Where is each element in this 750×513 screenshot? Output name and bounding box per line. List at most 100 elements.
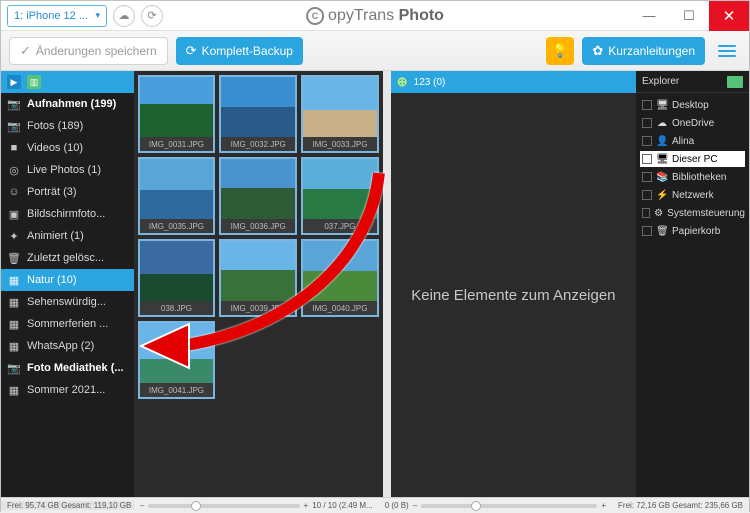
expand-icon[interactable] — [642, 226, 652, 236]
tree-item[interactable]: ⚡Netzwerk — [640, 187, 745, 203]
bulb-icon: 💡 — [552, 43, 568, 59]
thumbnail-caption: 037.JPG — [303, 219, 377, 233]
thumbnail[interactable]: 037.JPG — [301, 157, 379, 235]
thumbnail-caption: 038.JPG — [140, 301, 214, 315]
maximize-button[interactable]: ☐ — [669, 1, 709, 31]
thumbnail[interactable]: IMG_0036.JPG — [219, 157, 297, 235]
status-explorer-storage: Frei: 72,16 GB Gesamt: 235,66 GB — [612, 501, 749, 510]
tree-item-label: Systemsteuerung — [667, 208, 745, 219]
sidebar-header: ▶ ▥ — [1, 71, 134, 93]
tree-item[interactable]: 🗑Papierkorb — [640, 223, 745, 239]
sidebar-item-label: Bildschirmfoto... — [27, 208, 105, 220]
sidebar-item[interactable]: ▦WhatsApp (2) — [1, 335, 134, 357]
play-icon[interactable]: ▶ — [7, 75, 21, 89]
explorer-tree: 🖥Desktop ☁OneDrive 👤Alina 🖥Dieser PC 📚Biblio… — [636, 93, 749, 243]
thumbnail-caption: IMG_0032.JPG — [221, 137, 295, 151]
thumbnail-image — [221, 77, 295, 137]
backup-button[interactable]: ⟳ Komplett-Backup — [176, 37, 303, 65]
zoom-out-icon[interactable]: – — [413, 501, 417, 510]
sidebar-item[interactable]: ☺Porträt (3) — [1, 181, 134, 203]
zoom-slider[interactable] — [421, 504, 597, 508]
thumbnail[interactable]: IMG_0039.JPG — [219, 239, 297, 317]
thumbnail-caption: IMG_0041.JPG — [140, 383, 214, 397]
thumbnail-image — [140, 159, 214, 219]
sidebar-item[interactable]: 📷Foto Mediathek (... — [1, 357, 134, 379]
sidebar-item[interactable]: ▣Bildschirmfoto... — [1, 203, 134, 225]
sidebar-item-icon: ▦ — [7, 340, 21, 353]
empty-message: Keine Elemente zum Anzeigen — [391, 93, 636, 497]
expand-icon[interactable] — [642, 208, 650, 218]
save-label: Änderungen speichern — [36, 44, 157, 58]
sidebar-item[interactable]: 📷Aufnahmen (199) — [1, 93, 134, 115]
save-changes-button[interactable]: ✓ Änderungen speichern — [9, 37, 168, 65]
device-dropdown[interactable]: 1: iPhone 12 ... ▾ — [7, 5, 107, 27]
sidebar-item[interactable]: ◎Live Photos (1) — [1, 159, 134, 181]
status-selection-count: 10 / 10 (2.49 M... — [312, 501, 372, 510]
window-controls: — ☐ ✕ — [629, 1, 749, 31]
tree-item[interactable]: ☁OneDrive — [640, 115, 745, 131]
zoom-out-icon[interactable]: – — [140, 501, 144, 510]
device-label: 1: iPhone 12 ... — [14, 10, 88, 22]
expand-icon[interactable] — [642, 100, 652, 110]
thumbnail[interactable]: IMG_0033.JPG — [301, 75, 379, 153]
drop-panel-count: 123 (0) — [414, 77, 446, 88]
thumbnail[interactable]: IMG_0035.JPG — [138, 157, 216, 235]
folder-icon[interactable]: ▥ — [27, 75, 41, 89]
expand-icon[interactable] — [642, 136, 652, 146]
hint-button[interactable]: 💡 — [546, 37, 574, 65]
cloud-icon[interactable]: ☁ — [113, 5, 135, 27]
tree-item-icon: 🖥 — [656, 154, 668, 165]
zoom-slider[interactable] — [148, 504, 299, 508]
sidebar-item-icon: ▦ — [7, 318, 21, 331]
folder-icon[interactable] — [727, 76, 743, 88]
sidebar-item-label: Natur (10) — [27, 274, 77, 286]
sidebar-item[interactable]: 🗑Zuletzt gelösc... — [1, 247, 134, 269]
tree-item[interactable]: 👤Alina — [640, 133, 745, 149]
sidebar-item-icon: ▦ — [7, 296, 21, 309]
gear-icon: ✿ — [592, 43, 603, 59]
plus-icon[interactable]: ⊕ — [397, 74, 408, 90]
refresh-icon[interactable]: ⟳ — [141, 5, 163, 27]
brand-text-2: Photo — [399, 7, 444, 24]
sidebar-item-icon: ✦ — [7, 230, 21, 243]
sidebar-item-label: Aufnahmen (199) — [27, 98, 116, 110]
thumbnail[interactable]: IMG_0031.JPG — [138, 75, 216, 153]
tree-item[interactable]: 🖥Desktop — [640, 97, 745, 113]
expand-icon[interactable] — [642, 154, 652, 164]
sidebar-item[interactable]: ▦Sehenswürdig... — [1, 291, 134, 313]
tree-item-icon: ⚡ — [656, 190, 668, 201]
thumbnail[interactable]: IMG_0041.JPG — [138, 321, 216, 399]
explorer-panel: Explorer 🖥Desktop ☁OneDrive 👤Alina 🖥Dieser … — [636, 71, 749, 497]
sidebar-item[interactable]: ✦Animiert (1) — [1, 225, 134, 247]
quickstart-button[interactable]: ✿ Kurzanleitungen — [582, 37, 705, 65]
thumbnail[interactable]: IMG_0040.JPG — [301, 239, 379, 317]
sidebar-item[interactable]: ▦Natur (10) — [1, 269, 134, 291]
minimize-button[interactable]: — — [629, 1, 669, 31]
sidebar-item[interactable]: 📷Fotos (189) — [1, 115, 134, 137]
menu-button[interactable] — [713, 37, 741, 65]
expand-icon[interactable] — [642, 118, 652, 128]
status-device-storage: Frei: 95,74 GB Gesamt: 119,10 GB — [1, 501, 134, 510]
expand-icon[interactable] — [642, 172, 652, 182]
tree-item[interactable]: ⚙Systemsteuerung — [640, 205, 745, 221]
sidebar-item-icon: ■ — [7, 142, 21, 154]
splitter[interactable] — [383, 71, 391, 497]
expand-icon[interactable] — [642, 190, 652, 200]
thumbnail[interactable]: 038.JPG — [138, 239, 216, 317]
close-button[interactable]: ✕ — [709, 1, 749, 31]
explorer-title: Explorer — [642, 76, 679, 87]
toolbar: ✓ Änderungen speichern ⟳ Komplett-Backup… — [1, 31, 749, 71]
thumbnail[interactable]: IMG_0032.JPG — [219, 75, 297, 153]
thumbnail-caption: IMG_0031.JPG — [140, 137, 214, 151]
tree-item-label: Bibliotheken — [672, 172, 726, 183]
thumbnail-caption: IMG_0039.JPG — [221, 301, 295, 315]
tree-item[interactable]: 📚Bibliotheken — [640, 169, 745, 185]
sidebar-item-icon: ▦ — [7, 384, 21, 397]
sidebar-item[interactable]: ■Videos (10) — [1, 137, 134, 159]
zoom-in-icon[interactable]: + — [601, 501, 606, 510]
zoom-in-icon[interactable]: + — [304, 501, 309, 510]
sidebar-item[interactable]: ▦Sommer 2021... — [1, 379, 134, 401]
tree-item[interactable]: 🖥Dieser PC — [640, 151, 745, 167]
sidebar-item[interactable]: ▦Sommerferien ... — [1, 313, 134, 335]
sidebar-item-icon: ◎ — [7, 164, 21, 177]
